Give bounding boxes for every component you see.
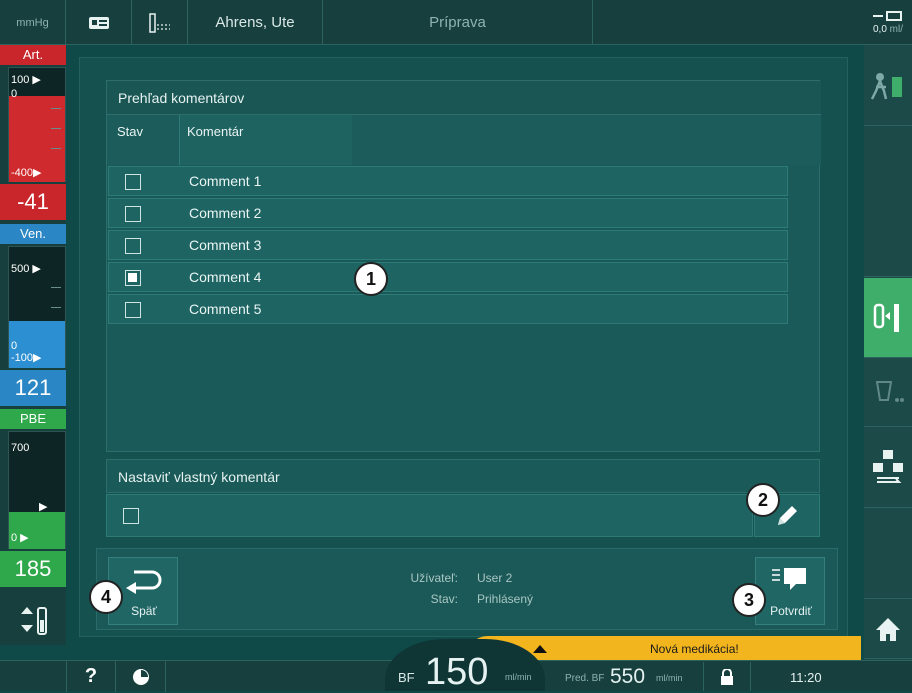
comment-row-1[interactable]: Comment 1 bbox=[108, 166, 788, 196]
comment-checkbox-5[interactable] bbox=[125, 302, 141, 318]
pressure-column: Art. 100 ▶ 0 -400▶ -41 Ven. 500 ▶ 0 -100… bbox=[0, 45, 66, 645]
patient-connect-icon bbox=[870, 72, 902, 100]
footer-panel bbox=[96, 548, 838, 630]
art-value: -41 bbox=[0, 184, 66, 220]
art-tick-zero: 0 bbox=[11, 88, 18, 100]
pbe-marker: ▶ bbox=[39, 501, 48, 513]
callout-2: 2 bbox=[746, 483, 780, 517]
program-icon bbox=[148, 12, 170, 33]
comment-checkbox-4[interactable] bbox=[125, 270, 141, 286]
comment-label-4: Comment 4 bbox=[189, 269, 262, 285]
preparation-button[interactable] bbox=[864, 278, 912, 358]
columns-header: Stav Komentár bbox=[107, 115, 821, 165]
phase-label: Príprava bbox=[323, 0, 593, 45]
comment-label-1: Comment 1 bbox=[189, 173, 262, 189]
comment-label-5: Comment 5 bbox=[189, 301, 262, 317]
pbe-label: PBE bbox=[0, 409, 66, 429]
bf-value: 150 bbox=[425, 651, 489, 693]
syringe-toggle-button[interactable] bbox=[8, 598, 58, 642]
uf-rate-display: 0,0 ml/ bbox=[864, 0, 912, 45]
comment-label-2: Comment 2 bbox=[189, 205, 262, 221]
pred-bf-label: Pred. BF bbox=[565, 673, 605, 684]
confirm-label: Potvrdiť bbox=[770, 604, 812, 618]
syringe-arrows-icon bbox=[21, 607, 47, 635]
comment-checkbox-3[interactable] bbox=[125, 238, 141, 254]
patient-name: Ahrens, Ute bbox=[188, 0, 323, 45]
comment-checkbox-1[interactable] bbox=[125, 174, 141, 190]
network-icon bbox=[873, 449, 903, 483]
home-icon bbox=[876, 618, 900, 641]
right-empty-slot bbox=[864, 127, 912, 277]
confirm-button[interactable]: Potvrdiť bbox=[755, 557, 825, 625]
callout-3: 3 bbox=[732, 583, 766, 617]
comment-overview-panel: Prehľad komentárov Stav Komentár Comment… bbox=[106, 80, 821, 452]
pump-icon bbox=[873, 10, 902, 21]
patient-connect-button[interactable] bbox=[864, 46, 912, 126]
ven-tick-top: 500 ▶ bbox=[11, 263, 41, 275]
comment-row-3[interactable]: Comment 3 bbox=[108, 230, 788, 260]
priming-icon bbox=[875, 380, 904, 402]
overview-title: Prehľad komentárov bbox=[118, 90, 245, 106]
custom-comment-title: Nastaviť vlastný komentár bbox=[118, 469, 280, 485]
lock-button[interactable] bbox=[703, 662, 751, 691]
clock-time: 11:20 bbox=[790, 670, 822, 685]
custom-comment-header: Nastaviť vlastný komentár bbox=[106, 459, 820, 493]
pressure-unit: mmHg bbox=[0, 0, 66, 45]
top-bar: mmHg Ahrens, Ute Príprava bbox=[0, 0, 912, 45]
user-key: Užívateľ: bbox=[410, 571, 458, 585]
column-status: Stav bbox=[117, 124, 144, 139]
pred-bf-value: 550 bbox=[610, 665, 646, 688]
custom-comment-row[interactable] bbox=[106, 494, 753, 537]
patient-card-button[interactable] bbox=[66, 0, 132, 45]
pbe-tick-top: 700 bbox=[11, 442, 30, 454]
art-scale: 100 ▶ 0 -400▶ bbox=[8, 67, 66, 182]
alert-expand-icon bbox=[533, 645, 547, 653]
right-column: 0,0 ml/ bbox=[864, 0, 912, 691]
pred-bf-unit: ml/min bbox=[656, 673, 683, 683]
comment-row-2[interactable]: Comment 2 bbox=[108, 198, 788, 228]
comment-bubble-icon bbox=[772, 568, 806, 590]
column-comment: Komentár bbox=[187, 124, 244, 139]
priming-button[interactable] bbox=[864, 359, 912, 427]
right-empty-slot-2 bbox=[864, 509, 912, 599]
art-tick-bottom: -400▶ bbox=[11, 167, 42, 179]
callout-1: 1 bbox=[354, 262, 388, 296]
comment-row-4[interactable]: Comment 4 bbox=[108, 262, 788, 292]
callout-4: 4 bbox=[89, 580, 123, 614]
ven-value: 121 bbox=[0, 370, 66, 406]
card-icon bbox=[88, 16, 109, 29]
clock-icon bbox=[132, 668, 149, 685]
art-label: Art. bbox=[0, 45, 66, 65]
ven-label: Ven. bbox=[0, 224, 66, 244]
status-key: Stav: bbox=[430, 592, 458, 606]
user-value: User 2 bbox=[477, 571, 513, 585]
overview-header: Prehľad komentárov bbox=[107, 81, 821, 115]
pbe-tick-bottom: 0 ▶ bbox=[11, 532, 29, 544]
comment-checkbox-2[interactable] bbox=[125, 206, 141, 222]
bf-label: BF bbox=[398, 670, 415, 685]
program-button[interactable] bbox=[132, 0, 188, 45]
ven-tick-bottom: -100▶ bbox=[11, 352, 42, 364]
network-button[interactable] bbox=[864, 428, 912, 508]
lock-icon bbox=[721, 668, 733, 685]
timer-button[interactable] bbox=[116, 661, 166, 692]
comment-row-5[interactable]: Comment 5 bbox=[108, 294, 788, 324]
comment-label-3: Comment 3 bbox=[189, 237, 262, 253]
ven-scale: 500 ▶ 0 -100▶ bbox=[8, 246, 66, 368]
alert-text: Nová medikácia! bbox=[650, 642, 739, 656]
bf-unit: ml/min bbox=[505, 672, 532, 682]
help-button[interactable]: ? bbox=[66, 661, 116, 692]
pbe-value: 185 bbox=[0, 551, 66, 587]
back-arrow-icon bbox=[126, 570, 162, 594]
custom-comment-checkbox[interactable] bbox=[123, 508, 139, 524]
home-button[interactable] bbox=[864, 600, 912, 659]
status-value: Prihlásený bbox=[477, 592, 534, 606]
bloodline-icon bbox=[873, 303, 899, 332]
art-tick-top: 100 ▶ bbox=[11, 74, 41, 86]
pbe-scale: 700 ▶ 0 ▶ bbox=[8, 431, 66, 549]
